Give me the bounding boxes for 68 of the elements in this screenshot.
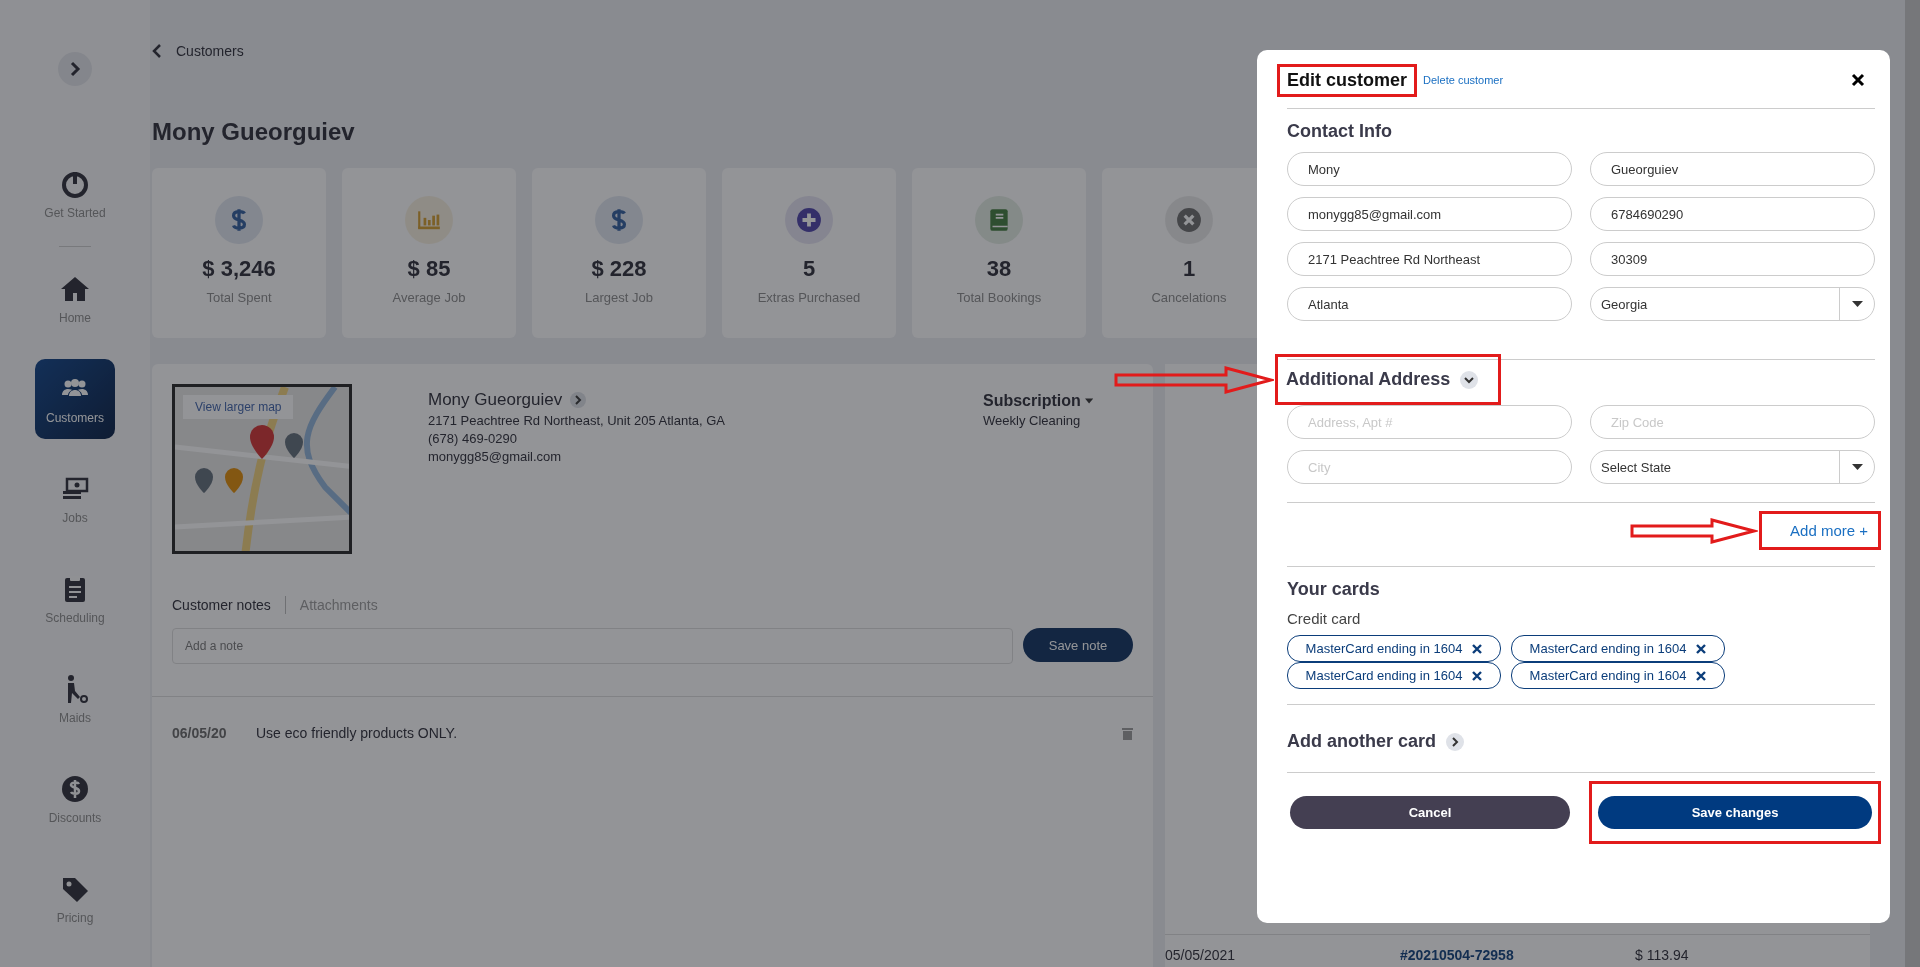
back-link[interactable]: Customers (152, 42, 1920, 60)
customer-address: 2171 Peachtree Rd Northeast, Unit 205 Atlanta, GA (428, 413, 725, 428)
card-type-label: Credit card (1287, 610, 1362, 627)
stat-value: $ 3,246 (202, 256, 276, 282)
stat-value: 5 (802, 256, 816, 282)
section-heading: Additional Address (1286, 369, 1451, 390)
cross-icon (1176, 207, 1202, 233)
chevron-left-icon (152, 44, 162, 58)
dialog-title: Edit customer (1277, 63, 1418, 97)
dollar-coin-icon (59, 773, 91, 805)
input-field[interactable]: 6784690290 (1590, 197, 1875, 231)
remove-icon[interactable] (1472, 643, 1483, 654)
stat-label: Total Bookings (956, 290, 1042, 305)
stat-label: Average Job (392, 290, 466, 305)
view-larger-map-link[interactable]: View larger map (183, 395, 294, 419)
breadcrumb-label[interactable]: Customers (176, 43, 244, 59)
chevron-right-icon[interactable] (1446, 732, 1465, 751)
input-field[interactable]: Mony (1287, 152, 1572, 186)
saved-card-chip[interactable]: MasterCard ending in 1604 (1287, 662, 1501, 689)
stat-label: Largest Job (585, 290, 653, 305)
customer-phone: (678) 469-0290 (428, 431, 518, 446)
remove-icon[interactable] (1472, 670, 1483, 681)
chevron-right-icon[interactable] (570, 392, 587, 408)
input-field[interactable]: 30309 (1590, 242, 1875, 276)
stat-label: Cancelations (1151, 290, 1227, 305)
page-title: Mony Gueorguiev (152, 118, 355, 146)
note-text: Use eco friendly products ONLY. (256, 725, 459, 741)
add-card-heading[interactable]: Add another card (1287, 731, 1437, 752)
stat-value: $ 228 (591, 256, 647, 282)
remove-icon[interactable] (1696, 643, 1707, 654)
delete-customer-link[interactable]: Delete customer (1423, 74, 1504, 86)
cancel-button[interactable]: Cancel (1290, 796, 1570, 829)
plus-icon (796, 207, 822, 233)
saved-card-chip[interactable]: MasterCard ending in 1604 (1511, 635, 1725, 662)
section-heading: Contact Info (1287, 121, 1393, 142)
caret-down-icon (1851, 464, 1863, 470)
caret-down-icon (1851, 301, 1863, 307)
close-icon[interactable] (1851, 73, 1865, 87)
input-field[interactable]: monygg85@gmail.com (1287, 197, 1572, 231)
saved-card-chip[interactable]: MasterCard ending in 1604 (1287, 635, 1501, 662)
save-changes-button[interactable]: Save changes (1598, 796, 1872, 829)
save-note-button[interactable]: Save note (1023, 628, 1133, 662)
stat-label: Extras Purchased (757, 290, 861, 305)
input-field[interactable]: Gueorguiev (1590, 152, 1875, 186)
note-date: 06/05/20 (172, 725, 228, 741)
expand-button[interactable] (58, 52, 92, 86)
table-cell-text: $ 113.94 (1635, 947, 1690, 963)
caret-down-icon[interactable] (1084, 398, 1093, 404)
notes-tab[interactable]: Customer notes (172, 597, 271, 613)
chevron-right-icon (69, 61, 81, 77)
job-number-link[interactable]: #20210504-72958 (1400, 947, 1635, 963)
note-input-field[interactable]: Add a note (172, 628, 1013, 664)
input-field[interactable]: Atlanta (1287, 287, 1572, 321)
stat-value: $ 85 (407, 256, 451, 282)
chevron-down-icon[interactable] (1460, 370, 1479, 389)
subscription-label[interactable]: Subscription (983, 392, 1081, 410)
input-field[interactable]: 2171 Peachtree Rd Northeast (1287, 242, 1572, 276)
saved-card-chip[interactable]: MasterCard ending in 1604 (1511, 662, 1725, 689)
stat-label: Total Spent (206, 290, 272, 305)
stat-value: 1 (1182, 256, 1196, 282)
section-heading: Your cards (1287, 579, 1381, 600)
nav-item[interactable]: Customers (35, 359, 115, 439)
stat-value: 38 (986, 256, 1012, 282)
remove-icon[interactable] (1696, 670, 1707, 681)
customer-name: Mony Gueorguiev (428, 390, 563, 410)
subscription-plan: Weekly Cleaning (983, 413, 1082, 428)
customer-email: monygg85@gmail.com (428, 449, 563, 464)
table-cell-text: 05/05/2021 (1165, 947, 1237, 963)
